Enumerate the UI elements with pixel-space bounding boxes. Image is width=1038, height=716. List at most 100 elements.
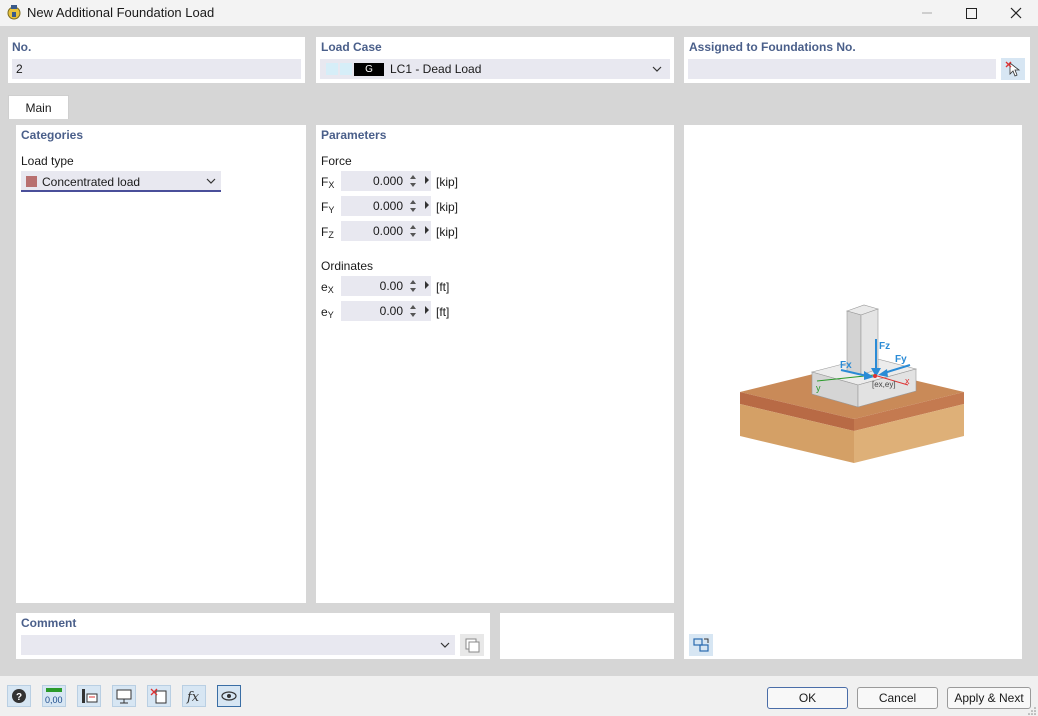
units-icon: 0,00 (45, 688, 63, 705)
pick-foundation-button[interactable] (1001, 58, 1025, 80)
pick-cursor-icon (1005, 61, 1021, 77)
view-button[interactable] (217, 685, 241, 707)
diagram-view-button[interactable] (689, 634, 713, 656)
load-type-color-swatch (26, 176, 37, 187)
cancel-button[interactable]: Cancel (857, 687, 938, 709)
copy-icon (465, 638, 480, 653)
fy-input[interactable]: 0.000 (341, 196, 431, 216)
chevron-down-icon (206, 178, 216, 184)
help-button[interactable]: ? (7, 685, 31, 707)
load-type-select[interactable]: Concentrated load (21, 171, 221, 192)
ok-button[interactable]: OK (767, 687, 848, 709)
fx-value: 0.000 (372, 174, 403, 188)
loadcase-color-swatch-2 (340, 63, 352, 75)
function-icon: fx (186, 690, 200, 705)
ex-input[interactable]: 0.00 (341, 276, 431, 296)
loadcase-color-swatch-1 (326, 63, 338, 75)
fx-unit: [kip] (436, 175, 459, 189)
fz-label: FZ (321, 225, 334, 240)
chevron-down-icon (652, 66, 662, 72)
loadcase-value: LC1 - Dead Load (390, 62, 482, 76)
assigned-field[interactable] (688, 59, 996, 79)
no-panel: No. 2 (8, 37, 305, 83)
minimize-button[interactable] (904, 0, 950, 26)
apply-next-button[interactable]: Apply & Next (947, 687, 1031, 709)
comment-panel: Comment (16, 613, 490, 659)
fz-input[interactable]: 0.000 (341, 221, 431, 241)
delete-selection-icon (150, 688, 167, 704)
ey-value: 0.00 (379, 304, 403, 318)
expand-arrow-icon[interactable] (425, 226, 429, 234)
loadcase-badge: G (354, 63, 384, 76)
ey-label: eY (321, 305, 334, 320)
close-icon (1010, 7, 1022, 19)
fy-text: Fy (895, 354, 907, 365)
member-info-button[interactable] (77, 685, 101, 707)
title-bar: New Additional Foundation Load (0, 0, 1038, 26)
ex-unit: [ft] (436, 280, 450, 294)
expand-arrow-icon[interactable] (425, 176, 429, 184)
display-button[interactable] (112, 685, 136, 707)
svg-text:fx: fx (186, 690, 200, 705)
exey-text: [ex,ey] (872, 380, 896, 389)
ex-label: eX (321, 280, 334, 295)
help-icon: ? (12, 689, 26, 703)
assigned-label: Assigned to Foundations No. (689, 40, 856, 54)
ey-unit: [ft] (436, 305, 450, 319)
function-button[interactable]: fx (182, 685, 206, 707)
spin-icon[interactable] (409, 197, 417, 215)
fy-unit: [kip] (436, 200, 459, 214)
comment-input[interactable] (21, 635, 455, 655)
minimize-icon (922, 12, 932, 14)
x-axis-text: x (905, 376, 910, 386)
app-icon (7, 5, 21, 20)
resize-grip-icon[interactable] (1028, 706, 1037, 715)
member-info-icon (82, 689, 98, 703)
loadcase-panel: Load Case G LC1 - Dead Load (316, 37, 674, 83)
svg-text:?: ? (16, 692, 22, 703)
units-button[interactable]: 0,00 (42, 685, 66, 707)
maximize-button[interactable] (948, 0, 994, 26)
fx-input[interactable]: 0.000 (341, 171, 431, 191)
close-button[interactable] (993, 0, 1038, 26)
loadcase-label: Load Case (321, 40, 382, 54)
tab-main-label: Main (25, 101, 52, 115)
no-field[interactable]: 2 (12, 59, 301, 79)
expand-arrow-icon[interactable] (425, 281, 429, 289)
comment-label: Comment (21, 616, 77, 630)
view-icon (221, 691, 237, 701)
categories-title: Categories (21, 128, 84, 142)
window-title: New Additional Foundation Load (27, 5, 215, 20)
tab-main[interactable]: Main (8, 95, 69, 119)
no-value: 2 (16, 62, 23, 76)
fy-value: 0.000 (372, 199, 403, 213)
ordinates-label: Ordinates (321, 259, 374, 273)
no-label: No. (12, 40, 32, 54)
expand-arrow-icon[interactable] (425, 201, 429, 209)
load-type-value: Concentrated load (42, 175, 141, 189)
svg-text:0,00: 0,00 (45, 695, 63, 705)
spin-icon[interactable] (409, 277, 417, 295)
fz-value: 0.000 (372, 224, 403, 238)
spin-icon[interactable] (409, 302, 417, 320)
spin-icon[interactable] (409, 172, 417, 190)
ex-value: 0.00 (379, 279, 403, 293)
comment-copy-button[interactable] (460, 634, 484, 656)
categories-panel: Categories Load type Concentrated load (16, 125, 306, 603)
foundation-diagram: Fz Fy Fx x y [ex,ey] (740, 304, 964, 463)
fx-text: Fx (840, 360, 852, 371)
view-toggle-icon (693, 638, 709, 652)
spin-icon[interactable] (409, 222, 417, 240)
fz-unit: [kip] (436, 225, 459, 239)
fz-text: Fz (879, 341, 890, 352)
load-type-label: Load type (21, 154, 74, 168)
delete-selection-button[interactable] (147, 685, 171, 707)
display-icon (116, 689, 132, 704)
load-point (873, 374, 877, 378)
assigned-panel: Assigned to Foundations No. (684, 37, 1030, 83)
loadcase-select[interactable]: G LC1 - Dead Load (320, 59, 670, 79)
ey-input[interactable]: 0.00 (341, 301, 431, 321)
diagram-panel: Fz Fy Fx x y [ex,ey] (684, 125, 1022, 659)
expand-arrow-icon[interactable] (425, 306, 429, 314)
force-label: Force (321, 154, 352, 168)
